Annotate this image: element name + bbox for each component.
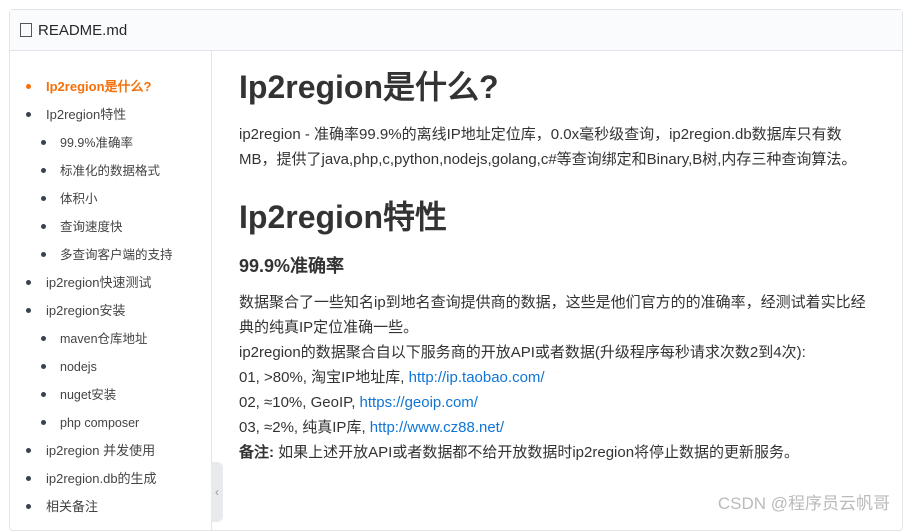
heading-features: Ip2region特性 (239, 199, 448, 235)
markdown-content: Ip2region是什么? ip2region - 准确率99.9%的离线IP地… (239, 62, 879, 465)
sources-paragraph: ip2region的数据聚合自以下服务商的开放API或者数据(升级程序每秒请求次… (239, 344, 806, 361)
toc-item[interactable]: 多查询客户端的支持 (10, 239, 211, 267)
heading-what-is: Ip2region是什么? (239, 69, 499, 105)
heading-accuracy: 99.9%准确率 (239, 256, 345, 276)
source-2-text: 02, ≈10%, GeoIP, (239, 394, 360, 411)
note-label: 备注: (239, 444, 274, 461)
source-1: 01, >80%, 淘宝IP地址库, http://ip.taobao.com/ (239, 365, 879, 390)
toc-item[interactable]: ip2region快速测试 (10, 267, 211, 295)
file-header: README.md (10, 10, 902, 51)
toc-sidebar: Ip2region是什么? Ip2region特性 99.9%准确率 标准化的数据格式… (10, 51, 212, 531)
geoip-link[interactable]: https://geoip.com/ (360, 394, 478, 411)
toc-item[interactable]: php composer (10, 407, 211, 435)
toc-item[interactable]: 99.9%准确率 (10, 127, 211, 155)
toc-item[interactable]: ip2region安装 (10, 295, 211, 323)
source-2: 02, ≈10%, GeoIP, https://geoip.com/ (239, 390, 879, 415)
toc-item[interactable]: 标准化的数据格式 (10, 155, 211, 183)
note-paragraph: 备注: 如果上述开放API或者数据都不给开放数据时ip2region将停止数据的… (239, 440, 879, 465)
toc-item[interactable]: ip2region.db的生成 (10, 463, 211, 491)
toc-item[interactable]: ip2region 并发使用 (10, 435, 211, 463)
taobao-link[interactable]: http://ip.taobao.com/ (409, 369, 545, 386)
toc-item[interactable]: 体积小 (10, 183, 211, 211)
toc-item[interactable]: Ip2region是什么? (10, 71, 211, 99)
source-3-text: 03, ≈2%, 纯真IP库, (239, 419, 370, 436)
toc-item[interactable]: nuget安装 (10, 379, 211, 407)
file-name: README.md (38, 21, 128, 39)
toc-item[interactable]: nodejs (10, 351, 211, 379)
collapse-sidebar-handle[interactable]: ‹ (211, 462, 223, 522)
source-3: 03, ≈2%, 纯真IP库, http://www.cz88.net/ (239, 415, 879, 440)
cz88-link[interactable]: http://www.cz88.net/ (370, 419, 504, 436)
note-text: 如果上述开放API或者数据都不给开放数据时ip2region将停止数据的更新服务… (274, 444, 800, 461)
toc-item[interactable]: Ip2region特性 (10, 99, 211, 127)
intro-paragraph: ip2region - 准确率99.9%的离线IP地址定位库，0.0x毫秒级查询… (239, 126, 857, 168)
toc-item[interactable]: 查询速度快 (10, 211, 211, 239)
toc-item[interactable]: 相关备注 (10, 491, 211, 519)
file-icon (20, 23, 32, 37)
toc-item[interactable]: maven仓库地址 (10, 323, 211, 351)
source-1-text: 01, >80%, 淘宝IP地址库, (239, 369, 409, 386)
readme-panel: README.md Ip2region是什么? Ip2region特性 99.9%准… (9, 9, 903, 531)
accuracy-paragraph: 数据聚合了一些知名ip到地名查询提供商的数据，这些是他们官方的的准确率，经测试着… (239, 294, 866, 336)
watermark: CSDN @程序员云帆哥 (717, 494, 890, 513)
